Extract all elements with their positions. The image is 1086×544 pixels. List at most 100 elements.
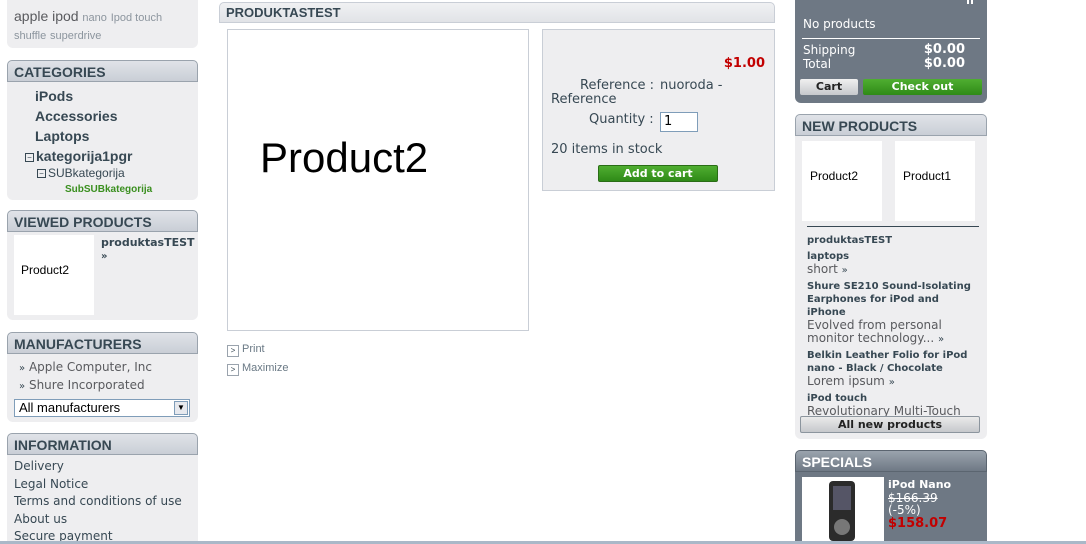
category-item[interactable]: iPods — [35, 86, 198, 106]
viewed-products-block: VIEWED PRODUCTS Product2 produktasTEST » — [7, 210, 198, 320]
chevron-right-icon[interactable]: » — [938, 334, 944, 345]
category-tree: iPods Accessories Laptops − kategorija1pg… — [7, 82, 198, 199]
pause-icon[interactable] — [967, 0, 973, 4]
manufacturer-label[interactable]: Shure Incorporated — [29, 378, 145, 392]
tag-cloud: apple ipod nano Ipod touch shuffle super… — [14, 8, 191, 45]
desc-text: short — [807, 262, 838, 276]
manufacturer-select[interactable]: All manufacturers ▼ — [14, 399, 190, 417]
manufacturer-list: » Apple Computer, Inc » Shure Incorporat… — [7, 354, 198, 395]
tag-link[interactable]: apple — [14, 8, 48, 24]
info-link[interactable]: Delivery — [14, 458, 198, 476]
desc-text: Lorem ipsum — [807, 374, 885, 388]
new-products-block: NEW PRODUCTS Product2 Product1 produktas… — [795, 114, 987, 439]
tag-link[interactable]: shuffle — [14, 30, 46, 42]
total-value: $0.00 — [923, 56, 965, 71]
info-link[interactable]: Terms and conditions of use — [14, 493, 198, 511]
chevron-right-icon: » — [19, 363, 26, 374]
desc-text: Evolved from personal monitor technology… — [807, 318, 942, 345]
ipod-image — [829, 481, 855, 541]
arrow-right-icon: > — [227, 364, 239, 376]
reference-value: nuoroda - — [660, 78, 723, 93]
tag-link[interactable]: nano — [82, 12, 106, 24]
chevron-right-icon[interactable]: » — [842, 265, 848, 276]
information-block: INFORMATION Delivery Legal Notice Terms … — [7, 433, 198, 544]
special-discount: (-5%) — [888, 503, 921, 517]
tag-link[interactable]: ipod — [52, 8, 78, 24]
cart-button[interactable]: Cart — [800, 79, 858, 95]
manufacturers-title: MANUFACTURERS — [7, 332, 198, 354]
reference-label: Reference : — [580, 78, 654, 93]
specials-title: SPECIALS — [795, 450, 987, 472]
quantity-label: Quantity : — [589, 112, 654, 127]
manufacturer-label[interactable]: Apple Computer, Inc — [29, 360, 152, 374]
maximize-action[interactable]: > Maximize — [227, 362, 288, 376]
tag-link[interactable]: superdrive — [50, 30, 101, 42]
manufacturer-select-value: All manufacturers — [19, 400, 121, 415]
category-label[interactable]: kategorija1pgr — [36, 148, 132, 164]
special-price: $158.07 — [888, 516, 948, 531]
viewed-product-thumb[interactable]: Product2 — [14, 235, 94, 315]
new-product-thumb[interactable]: Product2 — [802, 141, 882, 221]
maximize-link[interactable]: Maximize — [242, 362, 288, 374]
tag-link[interactable]: Ipod touch — [111, 12, 162, 24]
manufacturer-item[interactable]: » Apple Computer, Inc — [19, 359, 198, 377]
subsubcategory-item[interactable]: SubSUBkategorija — [65, 181, 198, 199]
collapse-icon[interactable]: − — [25, 153, 34, 162]
category-item[interactable]: Accessories — [35, 106, 198, 126]
shipping-value: $0.00 — [923, 42, 965, 57]
new-product-name[interactable]: produktasTEST — [807, 234, 979, 247]
stock-status: 20 items in stock — [551, 142, 663, 157]
new-product-desc: short » — [807, 263, 979, 277]
product-image[interactable]: Product2 — [227, 29, 529, 331]
viewed-products-title: VIEWED PRODUCTS — [7, 210, 198, 232]
print-link[interactable]: Print — [242, 343, 265, 355]
print-action[interactable]: > Print — [227, 343, 265, 357]
subcategory-label[interactable]: SUBkategorija — [48, 166, 125, 180]
tags-block: apple ipod nano Ipod touch shuffle super… — [7, 0, 198, 48]
new-products-list: produktasTEST laptops short » Shure SE21… — [807, 226, 979, 432]
cart-empty-text: No products — [803, 17, 876, 31]
subcategory-item[interactable]: − SUBkategorija — [37, 166, 198, 181]
new-product-desc: Evolved from personal monitor technology… — [807, 319, 979, 346]
dropdown-arrow-icon[interactable]: ▼ — [174, 401, 188, 415]
new-product-name[interactable]: Shure SE210 Sound-Isolating Earphones fo… — [807, 280, 979, 319]
total-label: Total — [803, 57, 832, 71]
arrow-right-icon: > — [227, 345, 239, 357]
info-link[interactable]: About us — [14, 511, 198, 529]
collapse-icon[interactable]: − — [37, 169, 46, 178]
category-item[interactable]: Laptops — [35, 126, 198, 146]
new-product-thumb[interactable]: Product1 — [895, 141, 975, 221]
checkout-button[interactable]: Check out — [863, 79, 982, 95]
shipping-label: Shipping — [803, 43, 856, 57]
ipod-wheel — [834, 519, 850, 535]
chevron-right-icon[interactable]: » — [101, 251, 107, 262]
page-title: PRODUKTASTEST — [219, 2, 775, 23]
add-to-cart-button[interactable]: Add to cart — [598, 165, 718, 182]
chevron-right-icon: » — [19, 381, 26, 392]
quantity-input[interactable]: 1 — [660, 112, 698, 132]
categories-title: CATEGORIES — [7, 60, 198, 82]
new-product-desc: Lorem ipsum » — [807, 375, 979, 389]
chevron-right-icon[interactable]: » — [889, 377, 895, 388]
information-list: Delivery Legal Notice Terms and conditio… — [7, 455, 198, 544]
new-products-title: NEW PRODUCTS — [795, 114, 987, 136]
info-link[interactable]: Legal Notice — [14, 476, 198, 494]
category-item-expanded[interactable]: − kategorija1pgr — [25, 146, 198, 166]
buy-box: $1.00 Reference : nuoroda - Reference Qu… — [542, 29, 775, 191]
cart-block: No products Shipping $0.00 Total $0.00 C… — [795, 0, 987, 103]
special-product-name[interactable]: iPod Nano — [888, 478, 951, 491]
manufacturer-item[interactable]: » Shure Incorporated — [19, 377, 198, 395]
manufacturers-block: MANUFACTURERS » Apple Computer, Inc » Sh… — [7, 332, 198, 422]
product-image-label: Product2 — [260, 134, 429, 181]
reference-value-cont: Reference — [551, 92, 617, 107]
viewed-product-name[interactable]: produktasTEST — [101, 236, 195, 249]
special-product-image[interactable] — [802, 477, 884, 544]
specials-block: SPECIALS iPod Nano $166.39 (-5%) $158.07 — [795, 450, 987, 544]
new-product-name[interactable]: Belkin Leather Folio for iPod nano - Bla… — [807, 349, 979, 375]
ipod-screen — [833, 486, 851, 510]
all-new-products-button[interactable]: All new products — [800, 416, 980, 433]
cart-divider — [802, 38, 980, 39]
information-title: INFORMATION — [7, 433, 198, 455]
viewed-product-link[interactable]: produktasTEST » — [101, 236, 195, 262]
product-price: $1.00 — [723, 56, 765, 71]
